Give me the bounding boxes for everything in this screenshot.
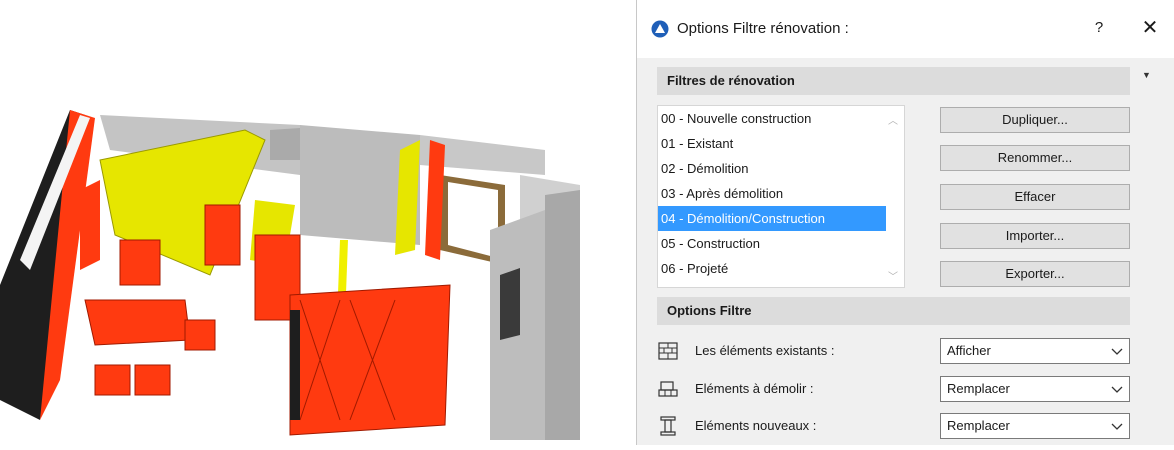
option-label: Eléments à démolir : bbox=[695, 381, 814, 396]
scroll-down-icon[interactable]: ﹀ bbox=[888, 268, 898, 283]
option-row-new: Eléments nouveaux : Remplacer bbox=[657, 411, 1130, 441]
scroll-up-icon[interactable]: ︿ bbox=[888, 112, 898, 127]
demolished-wall-front bbox=[289, 284, 451, 436]
section-header-options[interactable]: Options Filtre bbox=[657, 297, 1130, 325]
window-right bbox=[500, 268, 520, 340]
import-button[interactable]: Importer... bbox=[940, 223, 1130, 249]
archicad-app-icon bbox=[651, 20, 669, 38]
option-row-demolish: Eléments à démolir : Remplacer bbox=[657, 374, 1130, 404]
dialog-title: Options Filtre rénovation : bbox=[677, 20, 849, 37]
existing-elements-select[interactable]: Afficher bbox=[940, 338, 1130, 364]
furniture-chair bbox=[94, 364, 131, 396]
new-elements-select[interactable]: Remplacer bbox=[940, 413, 1130, 439]
select-value: Afficher bbox=[947, 343, 991, 358]
duplicate-button[interactable]: Dupliquer... bbox=[940, 107, 1130, 133]
title-bar: Options Filtre rénovation : ? ✕ bbox=[637, 0, 1174, 58]
panel-scroll-arrow-icon[interactable]: ▼ bbox=[1142, 70, 1151, 80]
chevron-down-icon bbox=[1111, 348, 1123, 355]
delete-button[interactable]: Effacer bbox=[940, 184, 1130, 210]
export-button[interactable]: Exporter... bbox=[940, 261, 1130, 287]
rename-button[interactable]: Renommer... bbox=[940, 145, 1130, 171]
option-label: Les éléments existants : bbox=[695, 343, 835, 358]
existing-wall-right bbox=[545, 190, 580, 440]
demolish-icon bbox=[658, 381, 678, 397]
section-header-filters[interactable]: Filtres de rénovation bbox=[657, 67, 1130, 95]
option-row-existing: Les éléments existants : Afficher bbox=[657, 336, 1130, 366]
select-value: Remplacer bbox=[947, 381, 1010, 396]
chevron-down-icon bbox=[1111, 386, 1123, 393]
list-item[interactable]: 02 - Démolition bbox=[658, 156, 886, 181]
close-button[interactable]: ✕ bbox=[1135, 14, 1165, 42]
furniture-chair bbox=[184, 319, 216, 351]
option-label: Eléments nouveaux : bbox=[695, 418, 817, 433]
furniture-chair bbox=[134, 364, 171, 396]
help-button[interactable]: ? bbox=[1087, 16, 1111, 40]
list-item[interactable]: 01 - Existant bbox=[658, 131, 886, 156]
list-item-selected[interactable]: 04 - Démolition/Construction bbox=[658, 206, 886, 231]
brick-wall-icon bbox=[658, 342, 678, 360]
door-demolished bbox=[204, 204, 241, 266]
list-item[interactable]: 03 - Après démolition bbox=[658, 181, 886, 206]
3d-model-view[interactable] bbox=[0, 0, 625, 445]
list-item[interactable]: 05 - Construction bbox=[658, 231, 886, 256]
select-value: Remplacer bbox=[947, 418, 1010, 433]
chevron-down-icon bbox=[1111, 423, 1123, 430]
renovation-3d-model bbox=[0, 110, 580, 445]
furniture-cabinet bbox=[119, 239, 161, 286]
list-item[interactable]: 06 - Projeté bbox=[658, 256, 886, 281]
column-icon bbox=[660, 416, 676, 436]
demolish-elements-select[interactable]: Remplacer bbox=[940, 376, 1130, 402]
filter-list[interactable]: 00 - Nouvelle construction 01 - Existant… bbox=[657, 105, 905, 288]
list-item[interactable]: 00 - Nouvelle construction bbox=[658, 106, 886, 131]
renovation-filter-dialog: Options Filtre rénovation : ? ✕ Filtres … bbox=[636, 0, 1174, 445]
furniture-table bbox=[84, 299, 191, 346]
